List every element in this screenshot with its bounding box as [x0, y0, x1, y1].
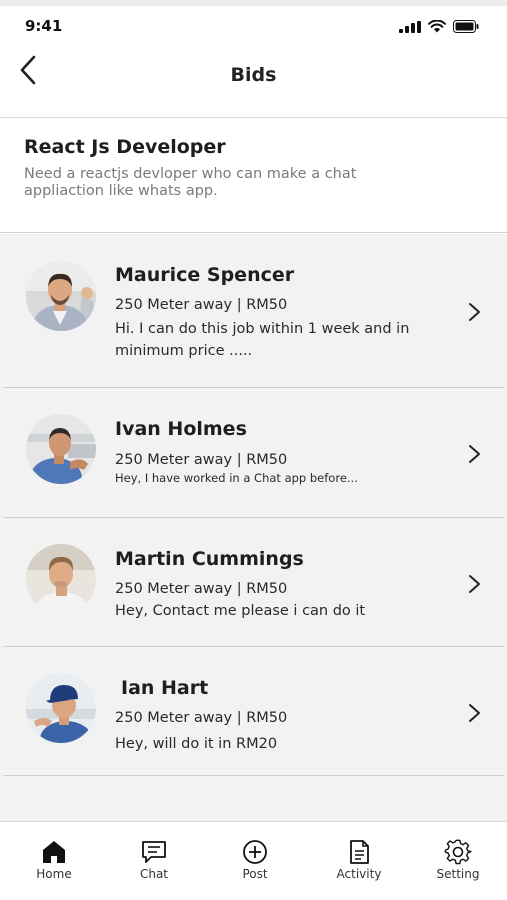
avatar — [26, 414, 96, 484]
bid-row-maurice-spencer[interactable]: Maurice Spencer 250 Meter away | RM50 Hi… — [0, 234, 507, 388]
page-title: Bids — [230, 64, 277, 86]
bid-meta: 250 Meter away | RM50 — [115, 297, 288, 313]
document-icon — [350, 840, 369, 864]
tab-activity[interactable]: Activity — [319, 822, 399, 900]
chevron-right-icon — [469, 303, 480, 321]
bids-list: Maurice Spencer 250 Meter away | RM50 Hi… — [0, 234, 507, 821]
status-bar: 9:41 — [0, 6, 507, 46]
tab-label: Chat — [139, 867, 169, 881]
avatar — [26, 261, 96, 331]
status-time: 9:41 — [25, 17, 63, 35]
wifi-icon — [428, 20, 446, 33]
chevron-right-icon — [469, 445, 480, 463]
bidder-name: Martin Cummings — [115, 548, 304, 570]
bottom-tab-bar: Home Chat Post Activity Setting — [0, 821, 507, 900]
bid-message: Hey, will do it in RM20 — [115, 736, 278, 752]
bid-meta: 250 Meter away | RM50 — [115, 581, 288, 597]
bidder-name: Ian Hart — [121, 677, 209, 699]
tab-post[interactable]: Post — [215, 822, 295, 900]
bid-row-ivan-holmes[interactable]: Ivan Holmes 250 Meter away | RM50 Hey, I… — [0, 388, 507, 518]
battery-icon — [453, 20, 479, 33]
bid-row-martin-cummings[interactable]: Martin Cummings 250 Meter away | RM50 He… — [0, 518, 507, 647]
divider — [3, 775, 504, 776]
bid-meta: 250 Meter away | RM50 — [115, 710, 288, 726]
bidder-name: Maurice Spencer — [115, 264, 295, 286]
job-title: React Js Developer — [24, 136, 226, 158]
signal-icon — [399, 20, 421, 33]
tab-label: Setting — [436, 867, 480, 881]
chevron-right-icon — [469, 575, 480, 593]
status-icons — [399, 20, 479, 33]
bid-meta: 250 Meter away | RM50 — [115, 452, 288, 468]
bid-row-ian-hart[interactable]: Ian Hart 250 Meter away | RM50 Hey, will… — [0, 647, 507, 776]
tab-home[interactable]: Home — [14, 822, 94, 900]
home-icon — [43, 841, 65, 863]
job-description: Need a reactjs devloper who can make a c… — [24, 166, 357, 199]
tab-label: Post — [242, 867, 268, 881]
avatar — [26, 544, 96, 614]
tab-chat[interactable]: Chat — [114, 822, 194, 900]
tab-label: Home — [36, 867, 72, 881]
plus-circle-icon — [243, 840, 267, 864]
chat-icon — [142, 841, 166, 863]
tab-label: Activity — [336, 867, 382, 881]
bid-message: Hi. I can do this job within 1 week and … — [115, 321, 410, 359]
avatar — [26, 673, 96, 743]
job-header: React Js Developer Need a reactjs devlop… — [0, 119, 507, 233]
chevron-right-icon — [469, 704, 480, 722]
gear-icon — [444, 839, 472, 865]
tab-setting[interactable]: Setting — [418, 822, 498, 900]
nav-bar: Bids — [0, 46, 507, 118]
bid-message: Hey, Contact me please i can do it — [115, 603, 366, 619]
bid-message: Hey, I have worked in a Chat app before.… — [115, 471, 358, 485]
bidder-name: Ivan Holmes — [115, 418, 247, 440]
